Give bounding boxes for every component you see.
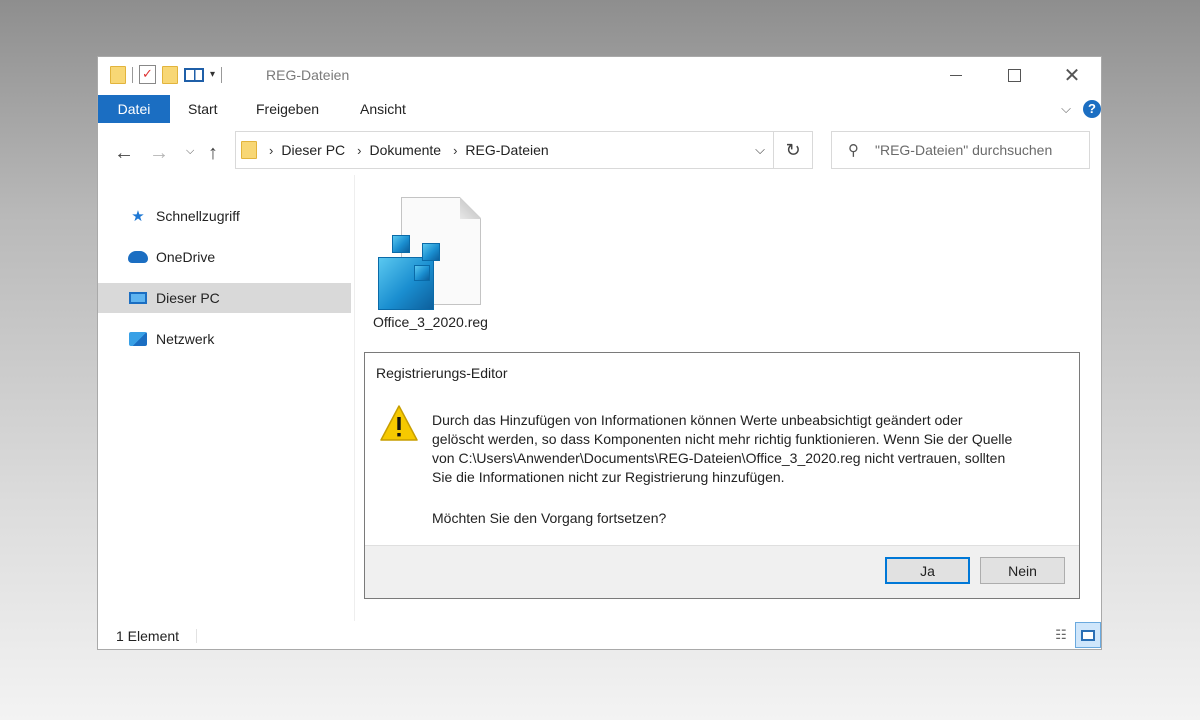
refresh-icon[interactable]: ↻ bbox=[773, 132, 812, 168]
new-folder-icon[interactable] bbox=[162, 65, 178, 84]
customize-toolbar-dropdown-icon[interactable]: ▾ bbox=[210, 69, 215, 80]
navigation-pane: ★ Schnellzugriff OneDrive Dieser PC Netz… bbox=[98, 195, 353, 615]
registry-cube-small bbox=[414, 265, 430, 281]
breadcrumb-separator[interactable]: › bbox=[357, 143, 361, 158]
help-icon[interactable]: ? bbox=[1083, 100, 1101, 118]
status-bar: 1 Element ☷ bbox=[98, 621, 1101, 649]
computer-icon bbox=[129, 292, 147, 304]
dialog-title: Registrierungs-Editor bbox=[376, 365, 508, 381]
sidebar-item-label: OneDrive bbox=[156, 249, 216, 265]
dialog-message: Durch das Hinzufügen von Informationen k… bbox=[432, 411, 1062, 487]
minimize-button[interactable] bbox=[927, 57, 985, 93]
sidebar-item-schnellzugriff[interactable]: ★ Schnellzugriff bbox=[98, 201, 351, 231]
minimize-icon bbox=[950, 74, 962, 76]
file-item[interactable]: Office_3_2020.reg bbox=[368, 197, 493, 337]
back-arrow-icon[interactable]: ← bbox=[114, 142, 134, 165]
file-name: Office_3_2020.reg bbox=[373, 314, 488, 330]
recent-locations-chevron-icon[interactable]: ⌵ bbox=[186, 145, 194, 158]
properties-icon[interactable]: ✓ bbox=[139, 65, 156, 84]
title-bar: ✓ ▾ REG-Dateien ✕ bbox=[98, 57, 1101, 93]
sidebar-item-label: Dieser PC bbox=[156, 290, 220, 306]
ribbon-tabs: Datei Start Freigeben Ansicht ⌵ ? bbox=[98, 95, 1101, 123]
registry-cube-small bbox=[392, 235, 410, 253]
search-box[interactable]: ⚲ bbox=[831, 131, 1090, 169]
star-icon: ★ bbox=[131, 208, 145, 225]
breadcrumb-dokumente[interactable]: Dokumente bbox=[369, 142, 441, 158]
tab-start[interactable]: Start bbox=[188, 95, 218, 123]
status-separator bbox=[196, 629, 197, 643]
window-controls: ✕ bbox=[927, 57, 1101, 93]
toolbar-separator bbox=[221, 66, 223, 83]
folder-icon bbox=[110, 65, 126, 84]
breadcrumb-dieser-pc[interactable]: Dieser PC bbox=[281, 142, 345, 158]
close-icon: ✕ bbox=[1063, 64, 1081, 87]
navigation-row: ← → ⌵ ↑ › Dieser PC › Dokumente › REG-Da… bbox=[98, 131, 1101, 175]
address-bar[interactable]: › Dieser PC › Dokumente › REG-Dateien ⌵ … bbox=[235, 131, 813, 169]
breadcrumb-separator[interactable]: › bbox=[453, 143, 457, 158]
close-button[interactable]: ✕ bbox=[1043, 57, 1101, 93]
breadcrumb-reg-dateien[interactable]: REG-Dateien bbox=[465, 142, 548, 158]
dialog-message-line: gelöscht werden, so dass Komponenten nic… bbox=[432, 431, 1013, 447]
registry-editor-dialog: Registrierungs-Editor Durch das Hinzufüg… bbox=[364, 352, 1080, 599]
quick-access-toolbar: ✓ ▾ bbox=[110, 65, 223, 84]
sidebar-item-dieser-pc[interactable]: Dieser PC bbox=[98, 283, 351, 313]
tab-ansicht[interactable]: Ansicht bbox=[360, 95, 406, 123]
folder-icon bbox=[241, 141, 257, 159]
dialog-message-line: von C:\Users\Anwender\Documents\REG-Date… bbox=[432, 450, 1006, 466]
pane-divider[interactable] bbox=[354, 175, 355, 621]
breadcrumb-separator: › bbox=[269, 142, 274, 158]
dialog-button-bar: Ja Nein bbox=[365, 545, 1079, 598]
maximize-button[interactable] bbox=[985, 57, 1043, 93]
yes-button[interactable]: Ja bbox=[885, 557, 970, 584]
dialog-question: Möchten Sie den Vorgang fortsetzen? bbox=[432, 510, 667, 526]
warning-icon bbox=[380, 405, 418, 441]
sidebar-item-label: Schnellzugriff bbox=[156, 208, 240, 224]
large-icons-view-icon[interactable] bbox=[1075, 622, 1101, 648]
tab-datei[interactable]: Datei bbox=[98, 95, 170, 123]
sidebar-item-label: Netzwerk bbox=[156, 331, 215, 347]
window-title: REG-Dateien bbox=[266, 67, 350, 83]
no-button[interactable]: Nein bbox=[980, 557, 1065, 584]
item-count: 1 Element bbox=[116, 628, 180, 644]
pane-layout-icon[interactable] bbox=[184, 67, 204, 82]
search-input[interactable] bbox=[875, 142, 1075, 158]
search-icon: ⚲ bbox=[848, 142, 859, 159]
network-icon bbox=[129, 332, 147, 346]
registry-file-icon bbox=[378, 235, 440, 310]
dialog-message-line: Sie die Informationen nicht zur Registri… bbox=[432, 469, 785, 485]
address-dropdown-chevron-icon[interactable]: ⌵ bbox=[755, 142, 765, 158]
dialog-message-line: Durch das Hinzufügen von Informationen k… bbox=[432, 412, 963, 428]
details-view-icon[interactable]: ☷ bbox=[1051, 626, 1071, 644]
tab-freigeben[interactable]: Freigeben bbox=[256, 95, 319, 123]
up-arrow-icon[interactable]: ↑ bbox=[208, 142, 218, 165]
maximize-icon bbox=[1007, 68, 1021, 82]
sidebar-item-netzwerk[interactable]: Netzwerk bbox=[98, 324, 351, 354]
sidebar-item-onedrive[interactable]: OneDrive bbox=[98, 242, 351, 272]
cloud-icon bbox=[128, 251, 148, 263]
forward-arrow-icon[interactable]: → bbox=[149, 142, 169, 165]
expand-ribbon-chevron-icon[interactable]: ⌵ bbox=[1061, 101, 1071, 117]
page-fold bbox=[460, 197, 481, 219]
registry-cube-small bbox=[422, 243, 440, 261]
toolbar-separator bbox=[132, 66, 133, 83]
